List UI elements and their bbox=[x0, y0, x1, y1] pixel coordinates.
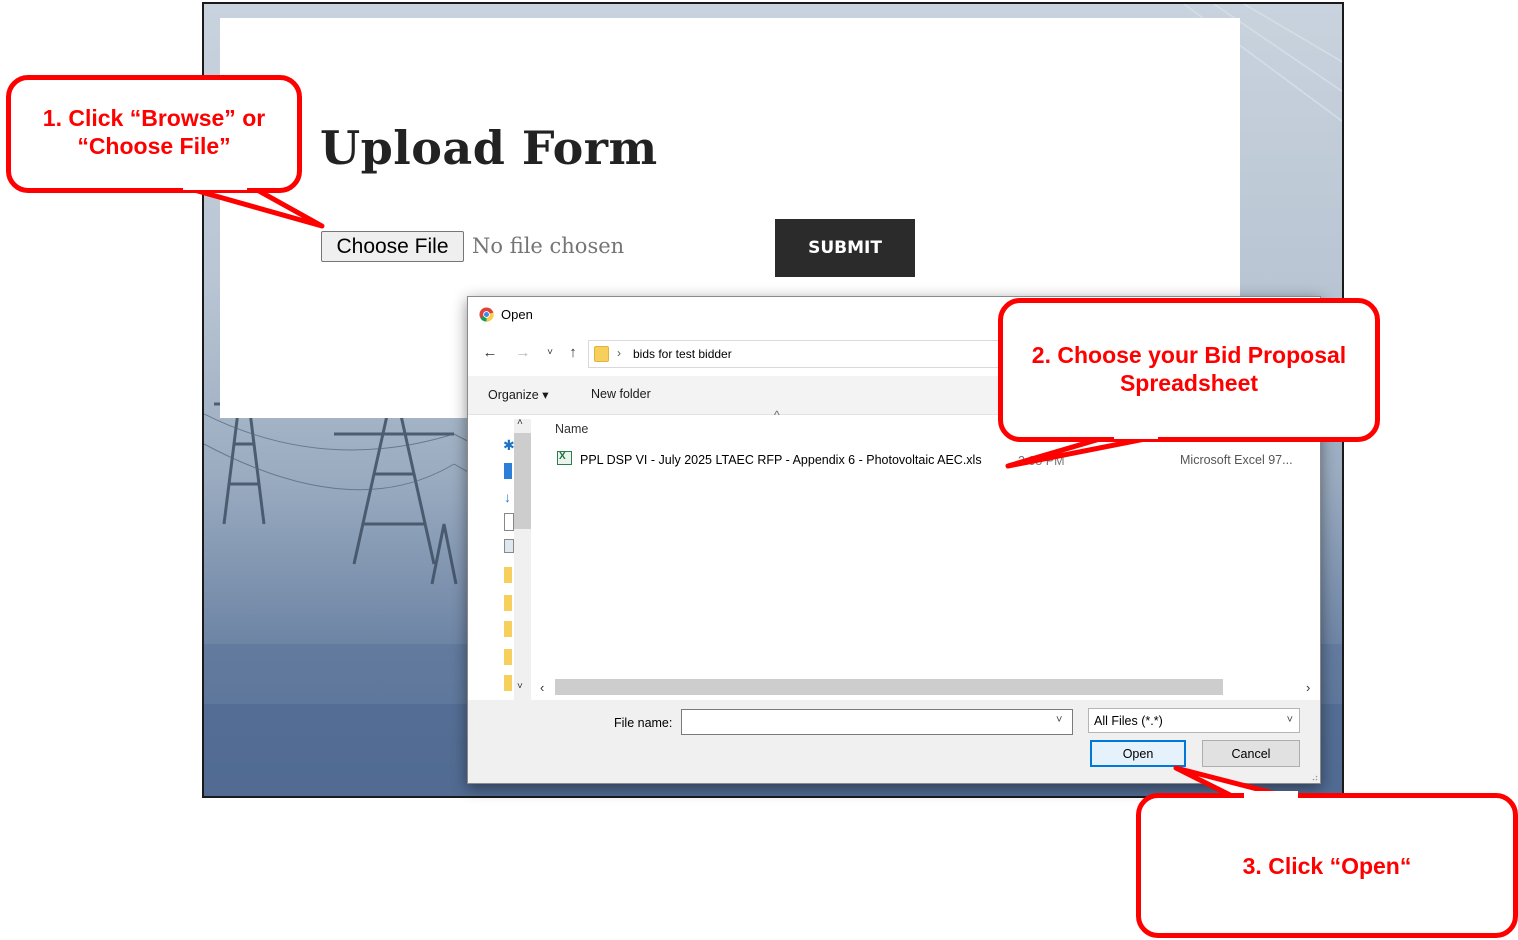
file-name-field[interactable] bbox=[681, 709, 1073, 735]
sort-caret-icon: ^ bbox=[774, 408, 780, 422]
scroll-left-icon[interactable]: ‹ bbox=[540, 680, 544, 695]
desktop-icon[interactable] bbox=[504, 463, 512, 479]
nav-scrollbar-thumb[interactable] bbox=[514, 433, 531, 529]
file-type-value: All Files (*.*) bbox=[1094, 714, 1163, 728]
file-type: Microsoft Excel 97... bbox=[1180, 453, 1293, 467]
file-list: Name ^ PPL DSP VI - July 2025 LTAEC RFP … bbox=[536, 408, 1319, 680]
submit-button[interactable]: SUBMIT bbox=[775, 219, 915, 277]
dialog-bottom-bar: File name: ˅ All Files (*.*) ˅ bbox=[468, 700, 1320, 783]
chevron-down-icon[interactable]: ˅ bbox=[1056, 714, 1062, 726]
dialog-title: Open bbox=[501, 307, 533, 322]
scroll-up-icon[interactable]: ˄ bbox=[517, 417, 523, 428]
breadcrumb-separator: › bbox=[617, 346, 621, 360]
file-type-select[interactable]: All Files (*.*) ˅ bbox=[1088, 708, 1300, 733]
horizontal-scrollbar[interactable]: ‹ › bbox=[536, 679, 1319, 699]
callout-2-text: 2. Choose your Bid Proposal Spreadsheet bbox=[1031, 342, 1347, 396]
callout-2-join bbox=[1114, 433, 1158, 439]
page-title: Upload Form bbox=[320, 121, 658, 175]
organize-button[interactable]: Organize ▾ bbox=[488, 387, 548, 402]
scroll-right-icon[interactable]: › bbox=[1306, 680, 1310, 695]
resize-grip-icon[interactable] bbox=[1310, 773, 1318, 781]
column-header-name[interactable]: Name bbox=[555, 422, 588, 436]
folder-icon[interactable] bbox=[504, 567, 512, 583]
new-folder-button[interactable]: New folder bbox=[591, 387, 651, 401]
callout-1-text: 1. Click “Browse” or “Choose File” bbox=[42, 105, 266, 159]
chevron-down-icon[interactable]: ˅ bbox=[541, 343, 559, 363]
folder-icon[interactable] bbox=[504, 649, 512, 665]
arrow-right-icon[interactable]: → bbox=[514, 343, 532, 363]
chrome-icon bbox=[479, 307, 494, 322]
excel-file-icon bbox=[557, 451, 572, 465]
address-bar[interactable]: › bids for test bidder bbox=[588, 340, 1008, 368]
folder-icon[interactable] bbox=[504, 675, 512, 691]
file-name[interactable]: PPL DSP VI - July 2025 LTAEC RFP - Appen… bbox=[580, 453, 982, 467]
document-icon[interactable] bbox=[504, 513, 514, 531]
download-icon[interactable]: ↓ bbox=[504, 489, 512, 505]
arrow-left-icon[interactable]: ← bbox=[481, 343, 499, 363]
file-row[interactable]: PPL DSP VI - July 2025 LTAEC RFP - Appen… bbox=[552, 449, 1317, 471]
scroll-down-icon[interactable]: ˅ bbox=[517, 681, 523, 692]
callout-1-join bbox=[183, 184, 247, 190]
file-date: 2:05 PM bbox=[1018, 454, 1065, 468]
folder-icon[interactable] bbox=[504, 595, 512, 611]
file-name-label: File name: bbox=[614, 716, 673, 730]
picture-icon[interactable] bbox=[504, 539, 514, 553]
choose-file-button[interactable]: Choose File bbox=[321, 231, 464, 262]
breadcrumb[interactable]: bids for test bidder bbox=[633, 347, 732, 361]
folder-icon[interactable] bbox=[504, 621, 512, 637]
no-file-status: No file chosen bbox=[472, 234, 625, 258]
chevron-down-icon: ˅ bbox=[1286, 714, 1293, 726]
callout-3-join bbox=[1244, 791, 1298, 798]
callout-3-text: 3. Click “Open“ bbox=[1242, 853, 1412, 879]
open-button[interactable]: Open bbox=[1090, 740, 1186, 767]
horizontal-scrollbar-thumb[interactable] bbox=[555, 679, 1223, 695]
folder-icon bbox=[594, 346, 609, 362]
cancel-button[interactable]: Cancel bbox=[1202, 740, 1300, 767]
arrow-up-icon[interactable]: ↑ bbox=[564, 343, 582, 363]
